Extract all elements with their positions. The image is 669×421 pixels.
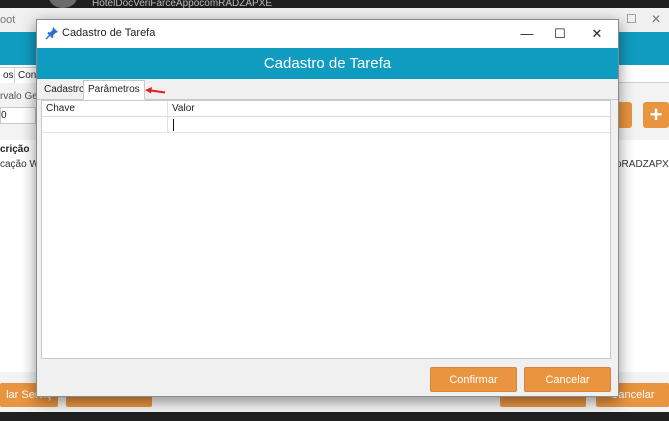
dialog-window-title: Cadastro de Tarefa (62, 27, 156, 39)
text-caret (173, 119, 174, 131)
tab-parametros[interactable]: Parâmetros (83, 80, 145, 100)
table-row (42, 117, 610, 133)
bg-column-header: crição (0, 144, 30, 155)
bg-input[interactable]: 0 (0, 107, 36, 124)
close-icon[interactable]: ✕ (583, 24, 611, 44)
task-dialog: Cadastro de Tarefa — ☐ ✕ Cadastro de Tar… (36, 19, 619, 397)
avatar (48, 0, 78, 8)
tab-cadastro[interactable]: Cadastro (40, 82, 89, 100)
parameters-grid: Chave Valor (41, 100, 611, 359)
bg-peek-text: HotelDocVeriFarceAppocomRADZAPXE (92, 0, 273, 8)
bg-label: rvalo Ger (0, 91, 42, 102)
dialog-tabbar: Cadastro Parâmetros (37, 79, 618, 100)
minimize-icon[interactable]: — (513, 24, 541, 44)
bg-maximize-icon[interactable]: ☐ (626, 12, 637, 26)
maximize-icon[interactable]: ☐ (546, 24, 574, 44)
bg-row-right: oRADZAPXE (616, 159, 669, 170)
pin-icon (45, 27, 58, 40)
grid-header: Chave Valor (42, 101, 610, 117)
bg-add-button[interactable]: + (643, 102, 669, 128)
column-header-chave: Chave (46, 103, 75, 114)
cancel-button[interactable]: Cancelar (524, 367, 611, 392)
confirm-button[interactable]: Confirmar (430, 367, 517, 392)
column-header-valor: Valor (172, 103, 195, 114)
annotation-arrow-icon (145, 87, 166, 94)
bg-app-title: oot (0, 14, 16, 26)
dialog-header-title: Cadastro de Tarefa (37, 48, 618, 79)
cell-chave[interactable] (42, 117, 167, 132)
taskbar (0, 412, 669, 421)
bg-topbar: HotelDocVeriFarceAppocomRADZAPXE (0, 0, 669, 8)
dialog-titlebar: Cadastro de Tarefa — ☐ ✕ (37, 20, 618, 48)
cell-valor[interactable] (168, 117, 610, 132)
bg-close-icon[interactable]: ✕ (651, 12, 661, 26)
